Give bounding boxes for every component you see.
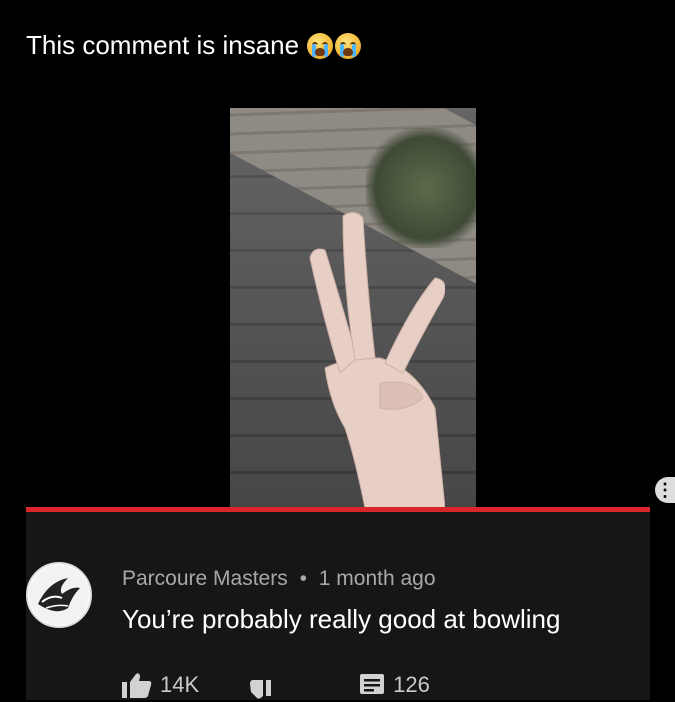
meta-separator: • bbox=[299, 567, 307, 590]
comment-author[interactable]: Parcoure Masters bbox=[122, 567, 288, 590]
reply-button[interactable]: 126 bbox=[359, 672, 430, 698]
hand-image bbox=[309, 212, 445, 508]
caption-text: This comment is insane bbox=[26, 30, 300, 60]
avatar[interactable] bbox=[26, 562, 92, 628]
thumbs-up-icon bbox=[122, 673, 152, 698]
comment-text: You’re probably really good at bowling bbox=[122, 604, 561, 634]
loudly-crying-face-icon bbox=[335, 32, 362, 59]
more-options-icon[interactable]: ⋮ bbox=[655, 477, 675, 503]
comment-actions: 14K 126 bbox=[122, 672, 430, 699]
reply-count: 126 bbox=[393, 672, 430, 697]
thumbs-down-icon bbox=[250, 680, 272, 699]
dislike-button[interactable] bbox=[249, 672, 279, 699]
comment-panel: Parcoure Masters • 1 month ago You’re pr… bbox=[26, 512, 650, 700]
video-frame bbox=[230, 108, 476, 508]
channel-logo-icon bbox=[29, 565, 89, 625]
comment-icon bbox=[360, 674, 385, 694]
video-player[interactable]: ⋮ bbox=[0, 82, 675, 508]
comment-meta: Parcoure Masters • 1 month ago bbox=[122, 567, 436, 591]
caption-emojis bbox=[307, 32, 362, 59]
like-count: 14K bbox=[160, 672, 200, 697]
comment-time[interactable]: 1 month ago bbox=[319, 567, 436, 590]
post-caption: This comment is insane bbox=[26, 30, 362, 61]
like-button[interactable]: 14K bbox=[122, 672, 199, 698]
loudly-crying-face-icon bbox=[307, 32, 334, 59]
